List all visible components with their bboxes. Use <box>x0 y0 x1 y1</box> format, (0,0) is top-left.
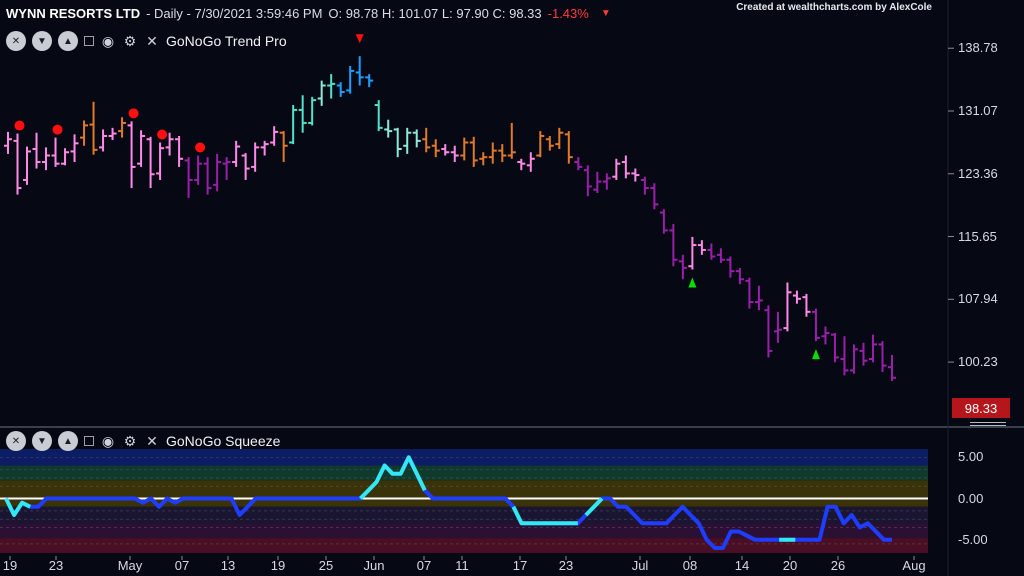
y-tick-label: 100.23 <box>958 354 998 370</box>
close-circle-icon[interactable]: ✕ <box>6 31 26 51</box>
arrow-down-icon <box>355 34 364 44</box>
x-tick-label: 07 <box>174 558 190 573</box>
last-price-tag: 98.33 <box>952 398 1010 418</box>
x-tick-label: 26 <box>830 558 846 573</box>
chart-info: - Daily - 7/30/2021 3:59:46 PM <box>146 5 323 21</box>
eye-icon[interactable]: ◉ <box>100 33 116 50</box>
x-tick-label: 13 <box>220 558 236 573</box>
eye-icon[interactable]: ◉ <box>100 433 116 450</box>
x-tick-label: 14 <box>734 558 750 573</box>
price-panel-toolbar: ✕ ▼ ▲ ◉ ⚙ ✕ GoNoGo Trend Pro <box>6 30 287 52</box>
trend-dot-marker <box>157 129 168 140</box>
watermark-credit: Created at wealthcharts.com by AlexCole <box>736 2 932 13</box>
x-tick-label: 25 <box>318 558 334 573</box>
price-indicator-name: GoNoGo Trend Pro <box>166 33 287 49</box>
triangle-up-icon[interactable]: ▲ <box>58 431 78 451</box>
y-tick-label: 107.94 <box>958 291 998 307</box>
chart-svg <box>0 0 1024 576</box>
trend-dot-marker <box>128 108 139 119</box>
x-tick-label: 11 <box>455 558 469 573</box>
arrow-up-icon <box>811 349 820 360</box>
x-tick-label: 20 <box>782 558 798 573</box>
triangle-up-icon[interactable]: ▲ <box>58 31 78 51</box>
x-tick-label: 19 <box>2 558 18 573</box>
y-tick-label: 138.78 <box>958 40 998 56</box>
chart-header: WYNN RESORTS LTD - Daily - 7/30/2021 3:5… <box>6 4 611 22</box>
triangle-down-icon[interactable]: ▼ <box>32 431 52 451</box>
collapse-box-icon[interactable] <box>84 436 94 446</box>
squeeze-y-tick-label: -5.00 <box>958 531 988 547</box>
x-tick-label: 08 <box>682 558 698 573</box>
chart-stage: WYNN RESORTS LTD - Daily - 7/30/2021 3:5… <box>0 0 1024 576</box>
triangle-down-icon: ▼ <box>600 7 611 19</box>
trend-dot-marker <box>14 120 25 131</box>
last-price-underline <box>970 422 1006 423</box>
triangle-down-icon[interactable]: ▼ <box>32 31 52 51</box>
close-icon[interactable]: ✕ <box>144 433 160 450</box>
squeeze-y-tick-label: 5.00 <box>958 449 984 465</box>
last-price-underline <box>970 425 1006 426</box>
x-tick-label: 23 <box>558 558 574 573</box>
x-tick-label: Aug <box>902 558 926 573</box>
x-tick-label: 07 <box>416 558 432 573</box>
squeeze-band <box>0 506 928 524</box>
y-tick-label: 123.36 <box>958 165 998 181</box>
x-tick-label: 17 <box>512 558 528 573</box>
ohlc-values: O: 98.78 H: 101.07 L: 97.90 C: 98.33 <box>328 5 542 21</box>
squeeze-indicator-name: GoNoGo Squeeze <box>166 433 281 449</box>
x-tick-label: Jul <box>631 558 649 573</box>
gear-icon[interactable]: ⚙ <box>122 33 138 50</box>
change-percent: -1.43% <box>547 5 589 21</box>
gear-icon[interactable]: ⚙ <box>122 433 138 450</box>
squeeze-y-tick-label: 0.00 <box>958 490 984 506</box>
x-tick-label: Jun <box>363 558 385 573</box>
trend-dot-marker <box>195 142 206 153</box>
arrow-up-icon <box>688 277 697 288</box>
trend-dot-marker <box>52 124 63 135</box>
y-tick-label: 115.65 <box>958 228 997 244</box>
symbol-name: WYNN RESORTS LTD <box>6 5 141 21</box>
x-tick-label: May <box>117 558 143 573</box>
close-icon[interactable]: ✕ <box>144 33 160 50</box>
collapse-box-icon[interactable] <box>84 36 94 46</box>
x-tick-label: 23 <box>48 558 64 573</box>
x-tick-label: 19 <box>270 558 286 573</box>
squeeze-band <box>0 523 928 539</box>
close-circle-icon[interactable]: ✕ <box>6 431 26 451</box>
squeeze-panel-toolbar: ✕ ▼ ▲ ◉ ⚙ ✕ GoNoGo Squeeze <box>6 430 280 452</box>
y-tick-label: 131.07 <box>958 102 998 118</box>
